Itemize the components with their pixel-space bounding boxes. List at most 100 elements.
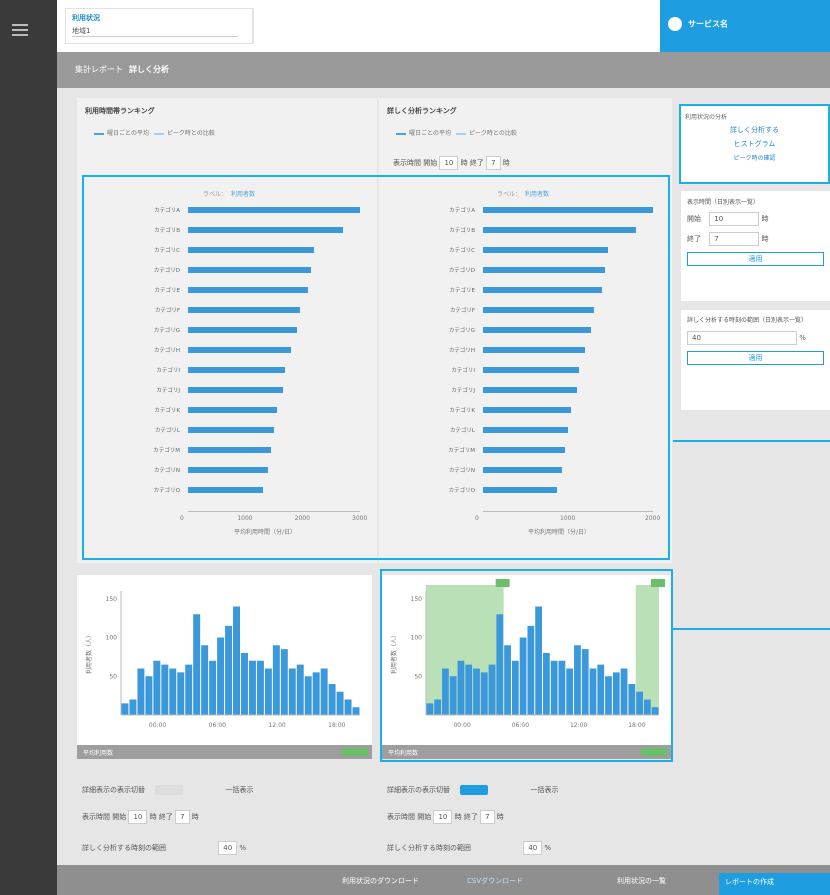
menu-icon[interactable] bbox=[12, 24, 28, 36]
histogram-bar[interactable] bbox=[225, 625, 233, 715]
histogram-bar[interactable] bbox=[457, 660, 465, 715]
create-report-button[interactable]: レポートの作成 bbox=[719, 873, 830, 895]
histogram-bar[interactable] bbox=[217, 637, 225, 716]
bar[interactable] bbox=[483, 447, 566, 453]
side-end-input[interactable]: 7 bbox=[709, 232, 760, 246]
bar[interactable] bbox=[188, 367, 286, 373]
bar[interactable] bbox=[483, 407, 571, 413]
histogram-bar[interactable] bbox=[465, 664, 473, 715]
histogram-bar[interactable] bbox=[344, 699, 352, 716]
histogram-bar[interactable] bbox=[328, 684, 336, 715]
histogram-bar[interactable] bbox=[161, 664, 169, 715]
histogram-bar[interactable] bbox=[264, 668, 272, 716]
histogram-bar[interactable] bbox=[620, 668, 628, 716]
breadcrumb-path[interactable]: 集計レポート bbox=[75, 65, 123, 74]
histogram-bar[interactable] bbox=[121, 703, 129, 715]
analysis-card-line2[interactable]: ヒストグラム bbox=[685, 139, 824, 149]
bar[interactable] bbox=[483, 487, 557, 493]
left-bulk-label[interactable]: 一括表示 bbox=[225, 786, 253, 794]
histogram-bar[interactable] bbox=[628, 684, 636, 715]
histogram-bar[interactable] bbox=[612, 672, 620, 715]
histogram-bar[interactable] bbox=[581, 649, 589, 715]
histogram-bar[interactable] bbox=[426, 703, 434, 715]
bar[interactable] bbox=[188, 447, 272, 453]
left-end-input[interactable]: 7 bbox=[175, 810, 190, 824]
histogram-bar[interactable] bbox=[480, 672, 488, 715]
bar[interactable] bbox=[188, 427, 274, 433]
side-range-input[interactable]: 40 bbox=[687, 331, 797, 345]
histogram-bar[interactable] bbox=[643, 699, 651, 716]
bar[interactable] bbox=[483, 467, 563, 473]
bar[interactable] bbox=[483, 247, 608, 253]
histogram-bar[interactable] bbox=[504, 645, 511, 715]
histogram-bar[interactable] bbox=[137, 668, 145, 716]
analysis-card[interactable]: 利用状況の分析 詳しく分析する ヒストグラム ピーク時の確認 bbox=[679, 104, 830, 184]
bar[interactable] bbox=[188, 387, 283, 393]
analysis-card-line1[interactable]: 詳しく分析する bbox=[685, 125, 824, 135]
right-range-pct-input[interactable]: 40 bbox=[523, 841, 543, 855]
histogram-bar[interactable] bbox=[320, 668, 328, 716]
histogram-bar[interactable] bbox=[153, 660, 161, 715]
bar[interactable] bbox=[483, 227, 636, 233]
bar[interactable] bbox=[483, 387, 577, 393]
analysis-card-line3[interactable]: ピーク時の確認 bbox=[685, 153, 824, 162]
histogram-bar[interactable] bbox=[636, 691, 643, 715]
histogram-bar[interactable] bbox=[473, 668, 480, 716]
range-handle[interactable] bbox=[651, 579, 665, 587]
bottom-list-label[interactable]: 利用状況の一覧 bbox=[617, 876, 666, 886]
histogram-bar[interactable] bbox=[280, 649, 288, 715]
histogram-bar[interactable] bbox=[574, 645, 581, 715]
bar[interactable] bbox=[483, 307, 594, 313]
left-range-pct-input[interactable]: 40 bbox=[218, 841, 238, 855]
bar[interactable] bbox=[188, 227, 343, 233]
histogram-bar[interactable] bbox=[488, 664, 496, 715]
histogram-bar[interactable] bbox=[209, 660, 217, 715]
right-detail-toggle[interactable] bbox=[460, 785, 489, 795]
histogram-bar[interactable] bbox=[248, 660, 256, 715]
histogram-bar[interactable] bbox=[193, 614, 201, 715]
histogram-bar[interactable] bbox=[201, 645, 209, 715]
bar[interactable] bbox=[483, 367, 580, 373]
histogram-bar[interactable] bbox=[550, 660, 558, 715]
left-detail-toggle[interactable] bbox=[155, 785, 184, 795]
bar[interactable] bbox=[188, 407, 277, 413]
bar[interactable] bbox=[188, 487, 263, 493]
histogram-bar[interactable] bbox=[519, 637, 527, 716]
histogram-bar[interactable] bbox=[145, 676, 153, 715]
context-selector[interactable]: 利用状況 地域1 bbox=[65, 8, 253, 44]
right-start-input[interactable]: 10 bbox=[433, 810, 453, 824]
side-apply-button-2[interactable]: 適用 bbox=[687, 351, 824, 365]
bar[interactable] bbox=[188, 267, 312, 273]
histogram-bar[interactable] bbox=[296, 664, 304, 715]
histogram-bar[interactable] bbox=[442, 668, 449, 716]
bar[interactable] bbox=[188, 247, 315, 253]
histogram-bar[interactable] bbox=[256, 660, 264, 715]
range-handle[interactable] bbox=[495, 579, 510, 587]
bar[interactable] bbox=[483, 287, 602, 293]
histogram-bar[interactable] bbox=[558, 660, 566, 715]
bar[interactable] bbox=[483, 327, 591, 333]
histogram-bar[interactable] bbox=[543, 653, 550, 715]
histogram-bar[interactable] bbox=[566, 668, 574, 716]
histogram-bar[interactable] bbox=[496, 614, 504, 715]
histogram-bar[interactable] bbox=[511, 660, 519, 715]
histogram-bar[interactable] bbox=[241, 653, 248, 715]
histogram-bar[interactable] bbox=[177, 672, 185, 715]
histogram-bar[interactable] bbox=[651, 707, 659, 715]
bar[interactable] bbox=[188, 287, 309, 293]
bar[interactable] bbox=[483, 207, 653, 213]
right-bulk-label[interactable]: 一括表示 bbox=[530, 786, 558, 794]
histogram-bar[interactable] bbox=[449, 676, 457, 715]
histogram-bar[interactable] bbox=[434, 699, 442, 716]
bar[interactable] bbox=[188, 327, 297, 333]
bar[interactable] bbox=[188, 207, 360, 213]
service-header[interactable]: サービス名 bbox=[660, 0, 830, 52]
histogram-bar[interactable] bbox=[605, 676, 612, 715]
bar[interactable] bbox=[483, 347, 585, 353]
start-input[interactable]: 10 bbox=[439, 156, 459, 170]
histogram-bar[interactable] bbox=[169, 668, 177, 716]
histogram-bar[interactable] bbox=[288, 668, 296, 716]
histogram-bar[interactable] bbox=[233, 606, 240, 716]
histogram-bar[interactable] bbox=[312, 672, 320, 715]
bar[interactable] bbox=[188, 307, 300, 313]
